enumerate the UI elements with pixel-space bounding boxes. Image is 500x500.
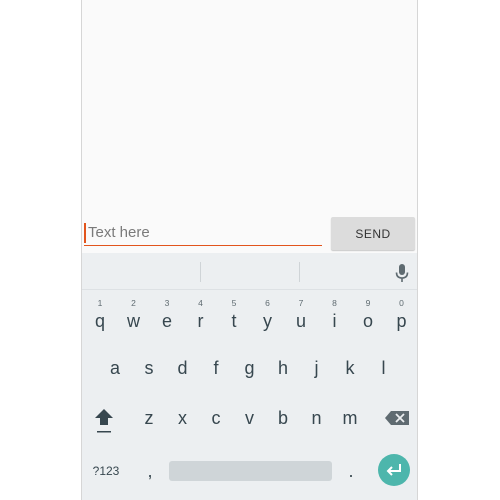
key-n[interactable]: n <box>300 398 334 438</box>
key-row-4: ?123 , . <box>82 451 417 491</box>
symbols-key[interactable]: ?123 <box>87 451 125 491</box>
key-label: u <box>295 310 306 331</box>
key-y[interactable]: 6y <box>251 298 285 341</box>
enter-icon <box>386 464 401 476</box>
spacebar[interactable] <box>169 461 332 481</box>
key-hint: 9 <box>365 298 371 308</box>
period-key[interactable]: . <box>341 451 361 491</box>
suggestion-divider <box>200 262 201 282</box>
suggestion-divider <box>299 262 300 282</box>
mic-icon[interactable] <box>393 263 411 283</box>
key-label: p <box>396 310 407 331</box>
key-hint: 8 <box>332 298 337 308</box>
key-f[interactable]: f <box>199 348 233 388</box>
key-d[interactable]: d <box>166 348 200 388</box>
key-label: y <box>263 310 272 331</box>
key-w[interactable]: 2w <box>117 298 151 341</box>
key-c[interactable]: c <box>199 398 233 438</box>
keyboard: 1q 2w 3e 4r 5t 6y 7u 8i 9o 0p a s d f g … <box>82 253 418 500</box>
key-label: o <box>362 310 373 331</box>
key-i[interactable]: 8i <box>318 298 352 341</box>
key-o[interactable]: 9o <box>351 298 385 341</box>
suggestion-bar <box>82 253 417 290</box>
key-hint: 2 <box>131 298 136 308</box>
key-row-3: z x c v b n m <box>82 398 417 438</box>
key-a[interactable]: a <box>98 348 132 388</box>
key-x[interactable]: x <box>166 398 200 438</box>
key-g[interactable]: g <box>233 348 267 388</box>
key-hint: 3 <box>164 298 170 308</box>
key-e[interactable]: 3e <box>150 298 184 341</box>
key-q[interactable]: 1q <box>83 298 117 341</box>
key-row-2: a s d f g h j k l <box>82 348 417 388</box>
key-z[interactable]: z <box>132 398 166 438</box>
key-label: r <box>197 310 204 331</box>
key-hint: 4 <box>198 298 203 308</box>
key-u[interactable]: 7u <box>284 298 318 341</box>
key-b[interactable]: b <box>266 398 300 438</box>
key-label: q <box>94 310 105 331</box>
key-label: w <box>127 310 140 331</box>
key-label: e <box>161 310 172 331</box>
text-field[interactable] <box>84 220 322 246</box>
compose-bar: SEND <box>82 214 417 252</box>
phone-screen: SEND 1q 2w 3e 4r 5t 6y 7u 8i 9o 0p <box>81 0 418 500</box>
key-r[interactable]: 4r <box>184 298 218 341</box>
key-hint: 7 <box>298 298 304 308</box>
key-v[interactable]: v <box>233 398 267 438</box>
key-j[interactable]: j <box>300 348 334 388</box>
key-hint: 6 <box>265 298 270 308</box>
key-h[interactable]: h <box>266 348 300 388</box>
message-input[interactable] <box>88 220 318 244</box>
send-button[interactable]: SEND <box>331 217 415 250</box>
shift-icon[interactable] <box>87 398 121 438</box>
key-p[interactable]: 0p <box>385 298 418 341</box>
key-k[interactable]: k <box>333 348 367 388</box>
key-label: i <box>332 310 337 331</box>
key-m[interactable]: m <box>333 398 367 438</box>
backspace-icon[interactable] <box>381 398 415 438</box>
key-label: t <box>231 310 237 331</box>
key-hint: 0 <box>399 298 404 308</box>
key-row-1: 1q 2w 3e 4r 5t 6y 7u 8i 9o 0p <box>82 298 418 341</box>
text-cursor <box>84 223 86 243</box>
enter-key[interactable] <box>378 454 410 486</box>
key-l[interactable]: l <box>367 348 401 388</box>
key-hint: 5 <box>231 298 237 308</box>
key-s[interactable]: s <box>132 348 166 388</box>
key-t[interactable]: 5t <box>217 298 251 341</box>
comma-key[interactable]: , <box>140 451 160 491</box>
key-hint: 1 <box>97 298 103 308</box>
